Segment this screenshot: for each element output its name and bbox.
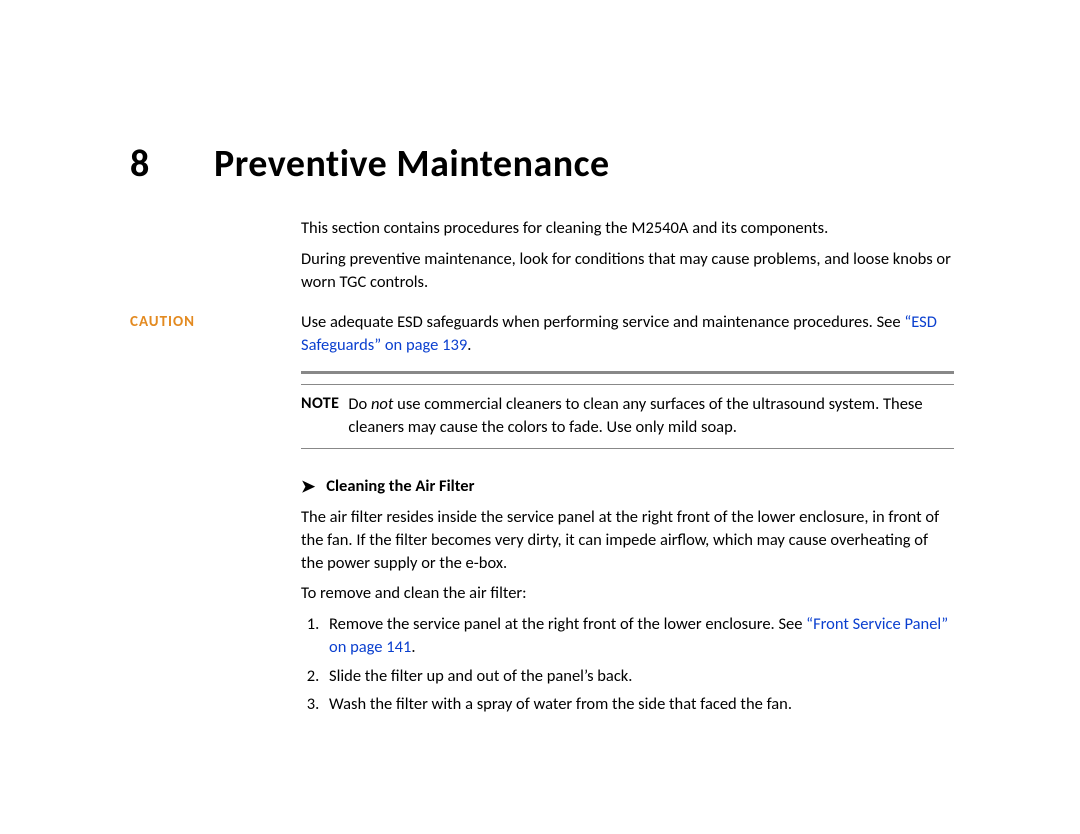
divider-thin-top [301, 384, 954, 385]
note-label: NOTE [301, 393, 339, 439]
caution-rule-area: NOTE Do not use commercial cleaners to c… [301, 371, 954, 450]
procedure-paragraph-1: The air filter resides inside the servic… [301, 506, 954, 574]
step-2: Slide the filter up and out of the panel… [323, 665, 954, 688]
caution-label: CAUTION [130, 311, 301, 357]
step-1-pre: Remove the service panel at the right fr… [329, 614, 806, 634]
procedure-paragraph-2: To remove and clean the air filter: [301, 582, 954, 605]
chapter-heading: 8 Preventive Maintenance [130, 145, 954, 183]
procedure-title: Cleaning the Air Filter [326, 475, 474, 498]
step-1-post: . [411, 637, 415, 657]
procedure-heading: ➤ Cleaning the Air Filter [301, 475, 954, 498]
chapter-title: Preventive Maintenance [214, 145, 610, 183]
note-post: use commercial cleaners to clean any sur… [348, 394, 922, 437]
note-text: Do not use commercial cleaners to clean … [348, 393, 954, 439]
step-3: Wash the filter with a spray of water fr… [323, 693, 954, 716]
arrow-right-icon: ➤ [301, 478, 315, 495]
caution-block: CAUTION Use adequate ESD safeguards when… [130, 311, 954, 357]
note-pre: Do [348, 394, 371, 414]
caution-body: Use adequate ESD safeguards when perform… [301, 311, 954, 357]
intro-paragraph-1: This section contains procedures for cle… [301, 217, 954, 240]
note-block: NOTE Do not use commercial cleaners to c… [301, 393, 954, 439]
intro-block: This section contains procedures for cle… [301, 217, 954, 293]
page: 8 Preventive Maintenance This section co… [0, 0, 1080, 834]
step-1: Remove the service panel at the right fr… [323, 613, 954, 659]
note-emphasis: not [371, 394, 393, 414]
procedure-steps: Remove the service panel at the right fr… [301, 613, 954, 716]
chapter-number: 8 [130, 145, 168, 183]
intro-paragraph-2: During preventive maintenance, look for … [301, 248, 954, 294]
divider-strong [301, 371, 954, 374]
caution-text-before: Use adequate ESD safeguards when perform… [301, 312, 904, 332]
procedure-block: ➤ Cleaning the Air Filter The air filter… [301, 475, 954, 716]
divider-thin-bottom [301, 448, 954, 449]
caution-text-after: . [467, 335, 471, 355]
